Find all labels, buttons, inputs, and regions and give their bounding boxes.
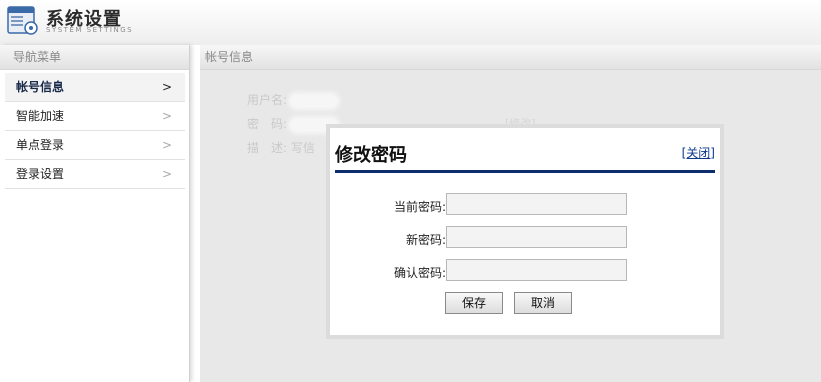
sidebar-item-label: 帐号信息 — [16, 80, 65, 94]
save-button[interactable]: 保存 — [445, 292, 503, 314]
description-label: 描 述: — [247, 141, 288, 155]
app-subtitle: SYSTEM SETTINGS — [46, 26, 134, 34]
chevron-right-icon: > — [161, 109, 172, 123]
username-value-redacted — [290, 94, 337, 107]
main-title: 帐号信息 — [200, 45, 821, 70]
new-password-row: 新密码: — [330, 226, 720, 250]
cancel-button[interactable]: 取消 — [514, 292, 572, 314]
description-row: 描 述: 写信 — [247, 139, 315, 156]
description-value: 写信 — [290, 141, 315, 155]
current-password-field[interactable] — [446, 193, 627, 215]
new-password-field[interactable] — [446, 226, 627, 248]
current-password-row: 当前密码: — [330, 193, 720, 217]
settings-window-icon — [7, 6, 38, 35]
chevron-right-icon: > — [161, 167, 172, 181]
sidebar-item-login-settings[interactable]: 登录设置 > — [5, 160, 185, 189]
password-label: 密 码: — [247, 117, 288, 131]
password-row: 密 码: — [247, 115, 337, 132]
sidebar-item-label: 单点登录 — [16, 138, 65, 152]
username-row: 用户名: — [247, 91, 337, 108]
change-password-dialog: 修改密码 [关闭] 当前密码: 新密码: 确认密码: 保存 取消 — [326, 124, 724, 339]
close-dialog-link[interactable]: [关闭] — [682, 144, 715, 161]
confirm-password-label: 确认密码: — [393, 266, 446, 280]
sidebar-item-label: 登录设置 — [16, 167, 65, 181]
sidebar-title: 导航菜单 — [0, 45, 189, 70]
sidebar-item-account-info[interactable]: 帐号信息 > — [5, 73, 185, 102]
new-password-label: 新密码: — [405, 233, 446, 247]
chevron-right-icon: > — [161, 138, 172, 152]
confirm-password-row: 确认密码: — [330, 259, 720, 283]
chevron-right-icon: > — [161, 80, 172, 94]
sidebar-item-single-sign-on[interactable]: 单点登录 > — [5, 131, 185, 160]
sidebar-item-smart-acceleration[interactable]: 智能加速 > — [5, 102, 185, 131]
current-password-label: 当前密码: — [393, 200, 446, 214]
app-header: 系统设置 SYSTEM SETTINGS — [0, 0, 821, 45]
dialog-title-divider — [335, 170, 715, 173]
dialog-title: 修改密码 — [335, 145, 407, 166]
sidebar-item-label: 智能加速 — [16, 109, 65, 123]
username-label: 用户名: — [247, 93, 288, 107]
sidebar: 导航菜单 帐号信息 > 智能加速 > 单点登录 > 登录设置 > — [0, 45, 189, 382]
confirm-password-field[interactable] — [446, 259, 627, 281]
sidebar-menu: 帐号信息 > 智能加速 > 单点登录 > 登录设置 > — [5, 73, 185, 189]
